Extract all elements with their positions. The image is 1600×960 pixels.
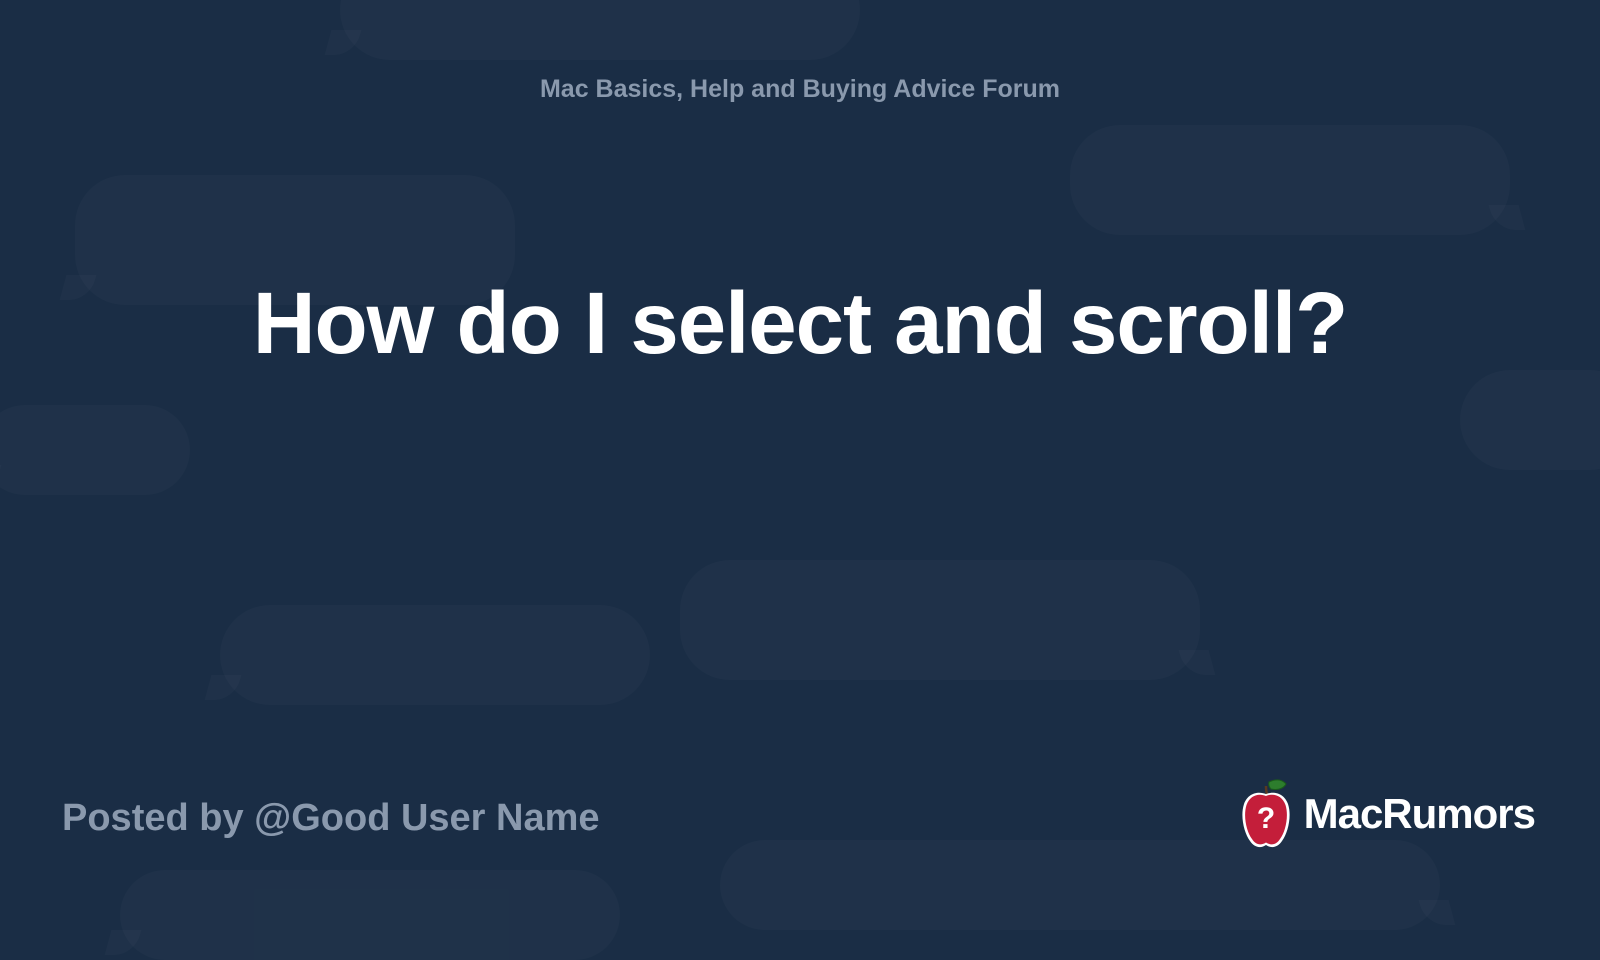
bg-bubble	[220, 605, 650, 705]
bg-bubble	[680, 560, 1200, 680]
bg-bubble	[0, 405, 190, 495]
svg-text:?: ?	[1256, 802, 1274, 835]
site-logo: ? MacRumors	[1236, 778, 1535, 850]
bg-bubble	[120, 870, 620, 960]
forum-name: Mac Basics, Help and Buying Advice Forum	[0, 75, 1600, 104]
thread-title: How do I select and scroll?	[0, 270, 1600, 379]
site-name: MacRumors	[1304, 790, 1535, 838]
apple-logo-icon: ?	[1236, 778, 1296, 850]
bg-bubble	[340, 0, 860, 60]
bg-bubble	[1070, 125, 1510, 235]
posted-by-author: Posted by @Good User Name	[62, 797, 600, 840]
bg-bubble	[1460, 370, 1600, 470]
bg-bubble	[720, 840, 1440, 930]
